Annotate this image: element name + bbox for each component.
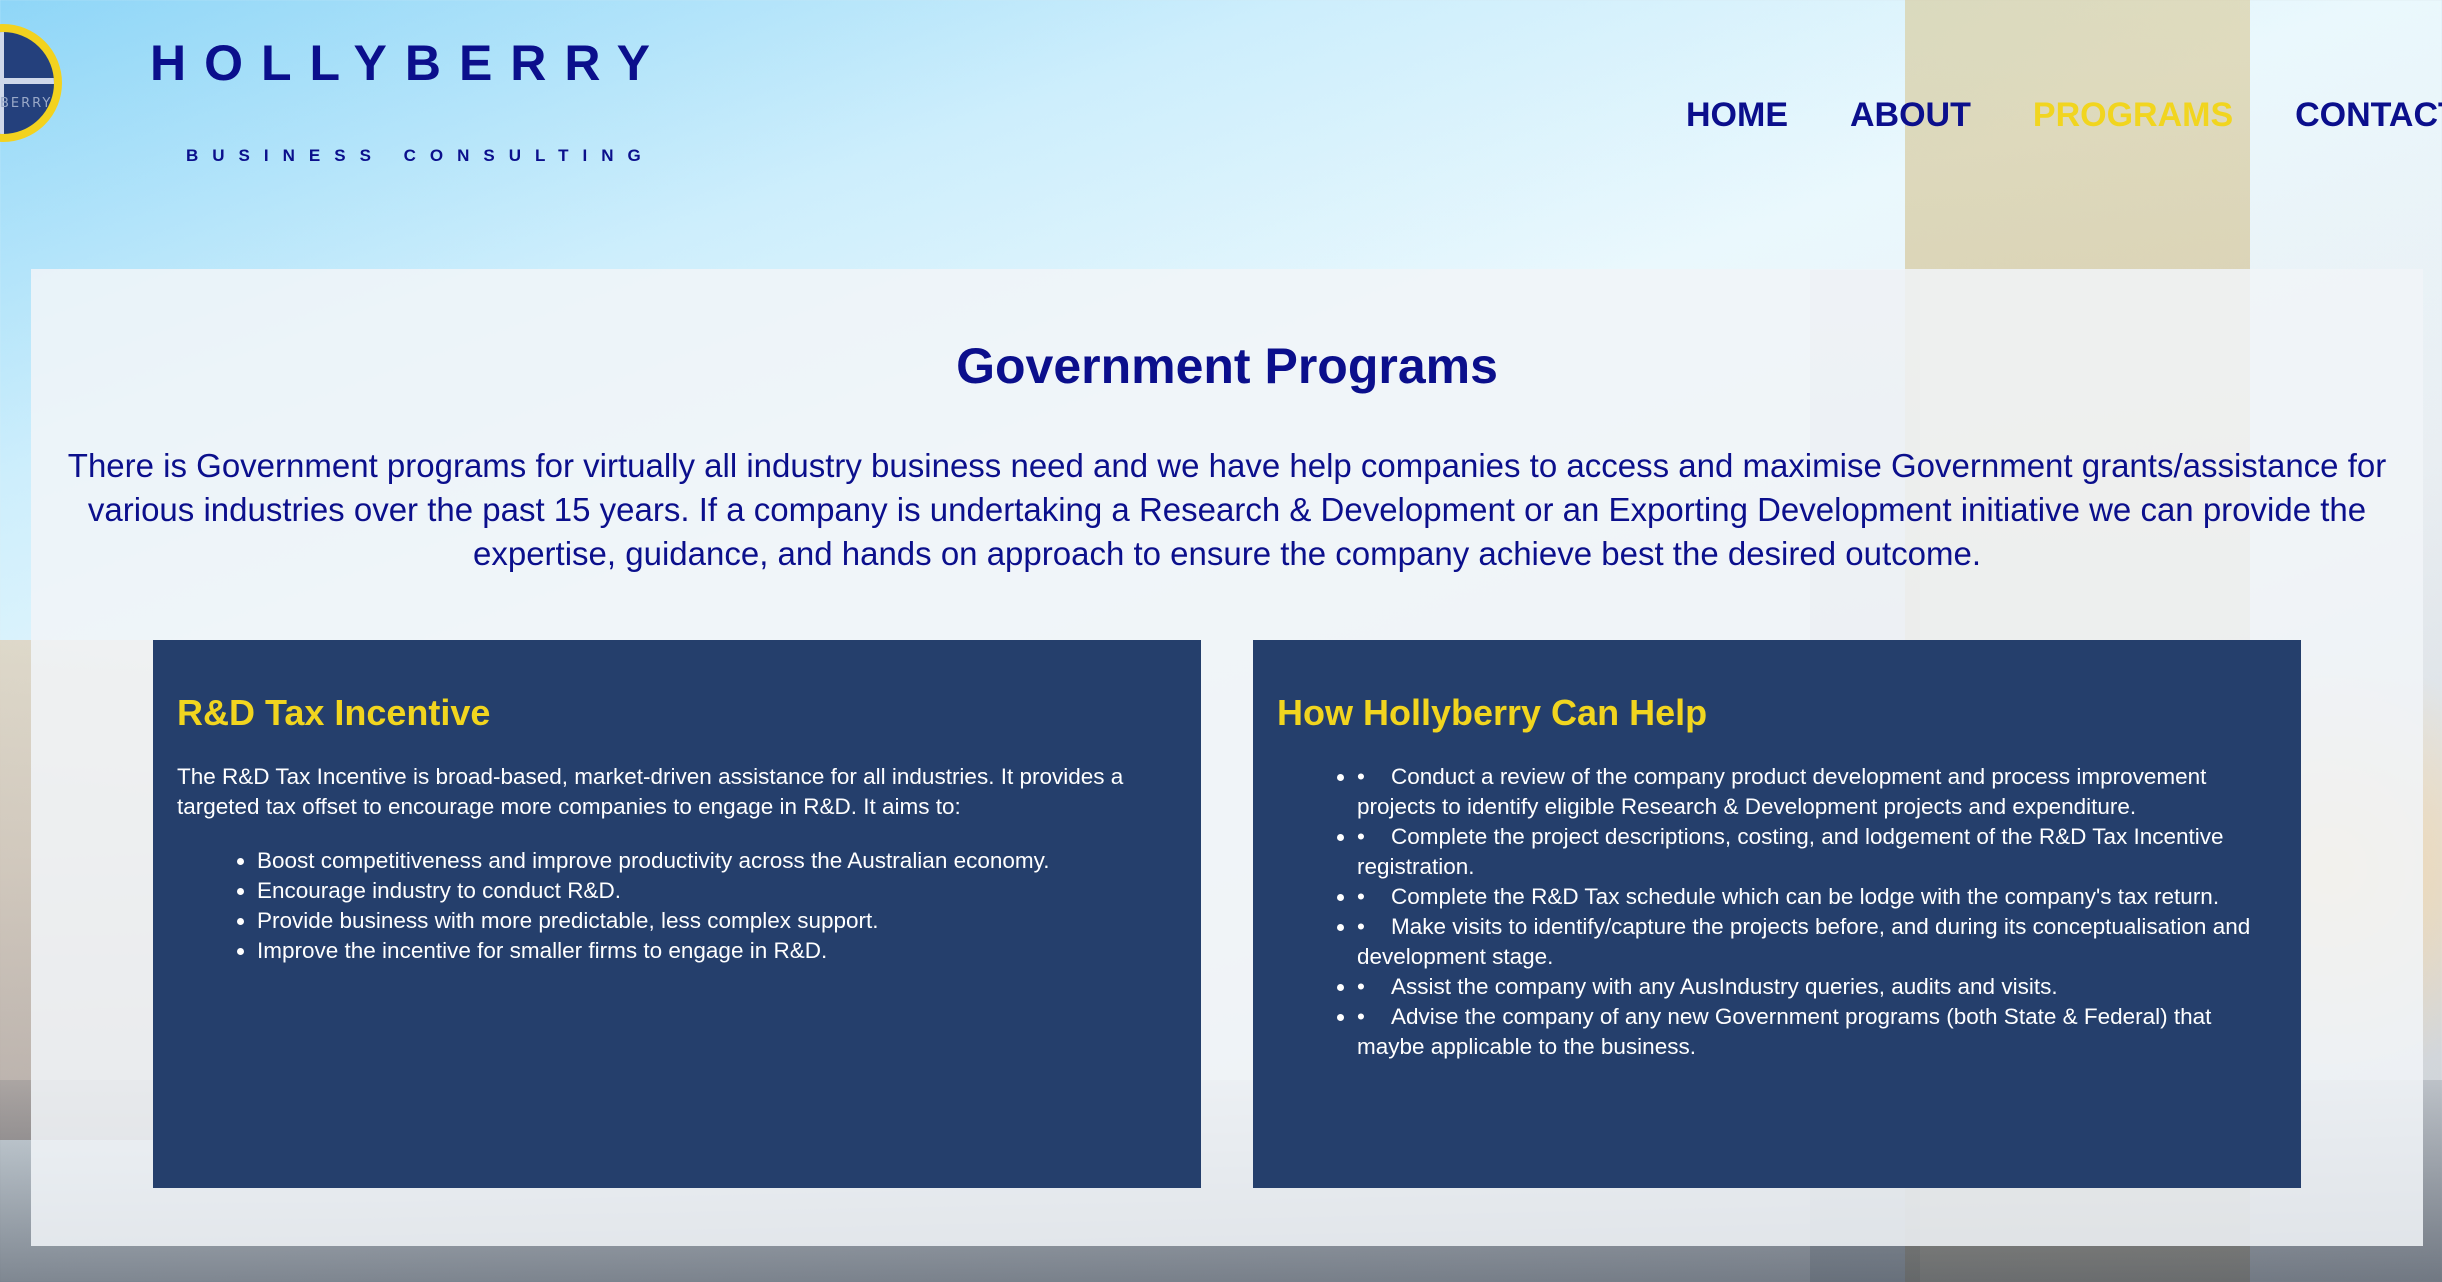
aims-list: Boost competitiveness and improve produc… [177, 846, 1177, 966]
list-item: • Complete the R&D Tax schedule which can… [1357, 882, 2277, 912]
bullet-icon: • [1357, 884, 1365, 909]
how-hollyberry-can-help-card: How Hollyberry Can Help •Conduct a revie… [1253, 640, 2301, 1188]
brand-name[interactable]: HOLLYBERRY [150, 34, 668, 92]
page-title: Government Programs [956, 338, 1498, 394]
list-item: •Make visits to identify/capture the pro… [1357, 912, 2277, 972]
services-list: •Conduct a review of the company product… [1277, 762, 2277, 1062]
brand-tagline: BUSINESS CONSULTING [186, 146, 655, 165]
list-item-text: Complete the project descriptions, costi… [1357, 824, 2224, 879]
list-item-text: Assist the company with any AusIndustry … [1391, 974, 2058, 999]
bullet-icon: • [1357, 974, 1365, 999]
list-item: •Advise the company of any new Governmen… [1357, 1002, 2277, 1062]
bullet-icon: • [1357, 824, 1365, 849]
nav-about-link[interactable]: ABOUT [1850, 96, 1971, 135]
nav-home-link[interactable]: HOME [1686, 96, 1788, 135]
card-title: R&D Tax Incentive [177, 692, 491, 733]
list-item: Boost competitiveness and improve produc… [257, 846, 1177, 876]
main-nav: HOME ABOUT PROGRAMS CONTACT [1686, 96, 2442, 135]
card-title: How Hollyberry Can Help [1277, 692, 1708, 733]
list-item-text: Conduct a review of the company product … [1357, 764, 2207, 819]
list-item: Improve the incentive for smaller firms … [257, 936, 1177, 966]
card-description: The R&D Tax Incentive is broad-based, ma… [177, 764, 1124, 819]
logo-cross-horizontal [0, 78, 54, 84]
bullet-icon: • [1357, 764, 1365, 789]
intro-paragraph: There is Government programs for virtual… [67, 447, 2387, 572]
bullet-icon: • [1357, 1004, 1365, 1029]
list-item-text: Make visits to identify/capture the proj… [1357, 914, 2251, 969]
list-item-text: Advise the company of any new Government… [1357, 1004, 2212, 1059]
list-item: •Conduct a review of the company product… [1357, 762, 2277, 822]
list-item: • Assist the company with any AusIndustry… [1357, 972, 2277, 1002]
nav-contact-link[interactable]: CONTACT [2295, 96, 2442, 135]
list-item-text: Complete the R&D Tax schedule which can … [1391, 884, 2220, 909]
bullet-icon: • [1357, 914, 1365, 939]
list-item: Provide business with more predictable, … [257, 906, 1177, 936]
rd-tax-incentive-card: R&D Tax Incentive The R&D Tax Incentive … [153, 640, 1201, 1188]
nav-programs-link[interactable]: PROGRAMS [2033, 96, 2233, 135]
list-item: •Complete the project descriptions, cost… [1357, 822, 2277, 882]
logo-text: BERRY [0, 96, 53, 111]
list-item: Encourage industry to conduct R&D. [257, 876, 1177, 906]
logo-icon[interactable] [0, 24, 62, 142]
